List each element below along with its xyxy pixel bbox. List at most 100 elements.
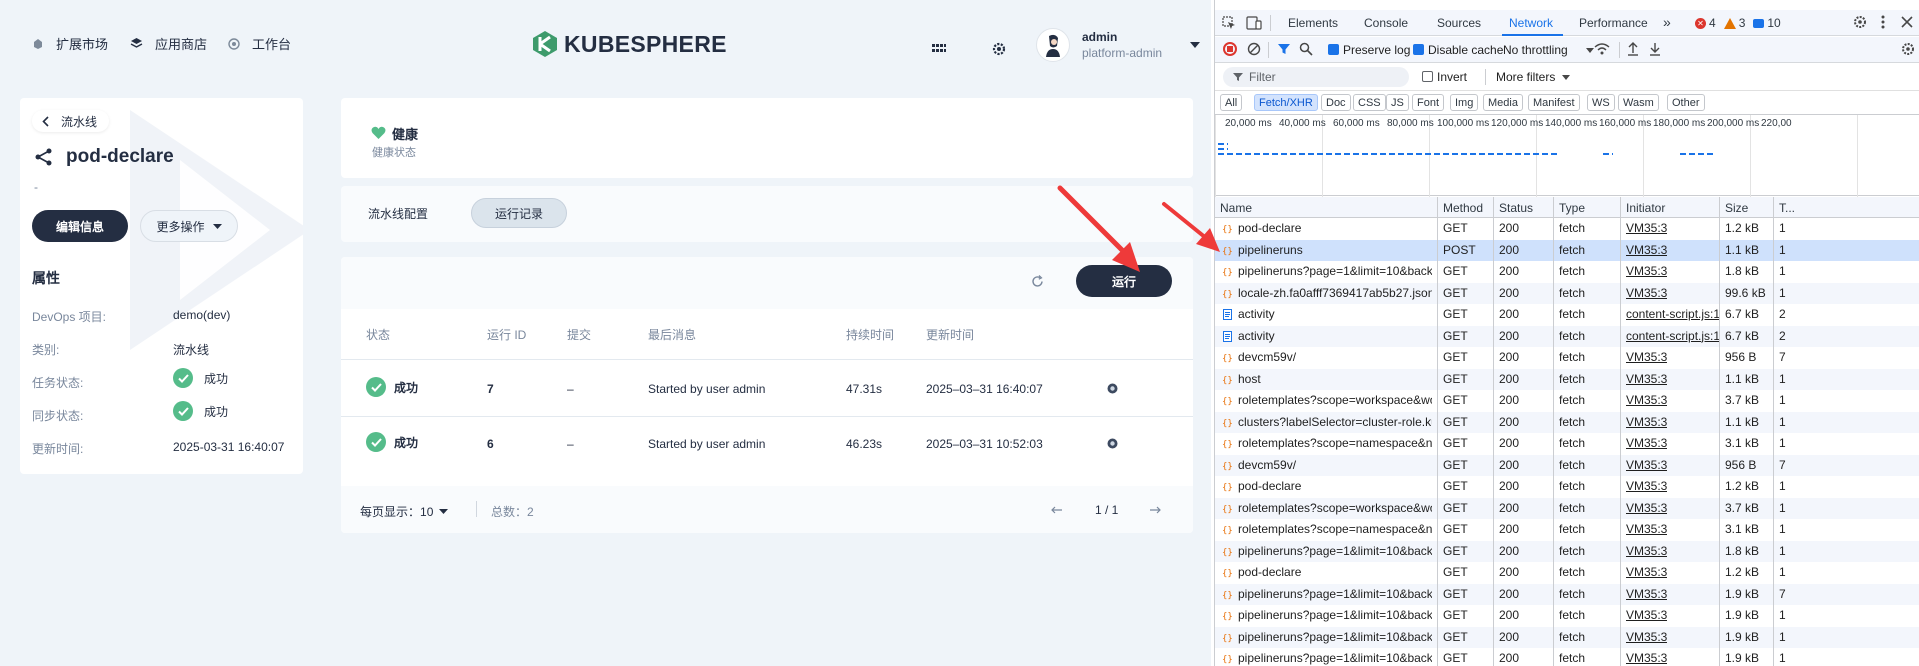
request-name[interactable]: pipelineruns?page=1&limit=10&backward... (1238, 264, 1432, 278)
filter-input[interactable]: Filter (1223, 67, 1409, 87)
request-name[interactable]: devcm59v/ (1238, 350, 1432, 364)
user-menu[interactable]: admin platform-admin (1036, 28, 1201, 62)
request-name[interactable]: pod-declare (1238, 221, 1432, 235)
filter-funnel-icon[interactable] (1277, 42, 1291, 56)
export-har-icon[interactable] (1649, 42, 1661, 56)
request-initiator[interactable]: VM35:3 (1626, 501, 1667, 515)
request-row[interactable]: {} roletemplates?scope=workspace&worksp..… (1215, 497, 1919, 519)
preserve-log-checkbox[interactable]: Preserve log (1328, 43, 1410, 57)
tab-pipeline-config[interactable]: 流水线配置 (363, 198, 433, 228)
request-initiator[interactable]: VM35:3 (1626, 544, 1667, 558)
request-initiator[interactable]: VM35:3 (1626, 436, 1667, 450)
request-row[interactable]: activity GET 200 fetch content-script.js:1 6.… (1215, 325, 1919, 347)
column-divider[interactable] (1553, 197, 1554, 666)
column-divider[interactable] (1773, 197, 1774, 666)
request-name[interactable]: clusters?labelSelector=cluster-role.kube… (1238, 415, 1432, 429)
request-initiator[interactable]: VM35:3 (1626, 221, 1667, 235)
devtools-tab-console[interactable]: Console (1364, 16, 1408, 30)
request-row[interactable]: {} pod-declare GET 200 fetch VM35:3 1.2 kB 1 (1215, 562, 1919, 583)
inspect-element-icon[interactable] (1222, 16, 1236, 30)
request-row[interactable]: {} pod-declare GET 200 fetch VM35:3 1.2 kB 1 (1215, 218, 1919, 239)
devtools-tab-elements[interactable]: Elements (1288, 16, 1338, 30)
kebab-menu-icon[interactable] (1881, 15, 1885, 29)
request-name[interactable]: devcm59v/ (1238, 458, 1432, 472)
back-button[interactable]: 流水线 (32, 110, 110, 132)
request-initiator[interactable]: content-script.js:1 (1626, 307, 1720, 321)
replay-icon[interactable] (1107, 383, 1118, 394)
request-name[interactable]: pipelineruns?page=1&limit=10&backward... (1238, 587, 1432, 601)
request-name[interactable]: pod-declare (1238, 479, 1432, 493)
column-divider[interactable] (1620, 197, 1621, 666)
request-initiator[interactable]: VM35:3 (1626, 350, 1667, 364)
request-name[interactable]: activity (1238, 307, 1432, 321)
request-row[interactable]: {} devcm59v/GET 200 fetch VM35:3 956 B 7 (1215, 454, 1919, 476)
col-status[interactable]: Status (1499, 201, 1533, 215)
type-ws[interactable]: WS (1587, 94, 1615, 111)
type-media[interactable]: Media (1483, 94, 1523, 111)
column-divider[interactable] (1437, 197, 1438, 666)
request-name[interactable]: pipelineruns?page=1&limit=10&backward... (1238, 544, 1432, 558)
request-name[interactable]: roletemplates?scope=namespace&name... (1238, 522, 1432, 536)
col-type[interactable]: Type (1559, 201, 1585, 215)
request-name[interactable]: pipelineruns?page=1&limit=10&backward... (1238, 608, 1432, 622)
issue-counters[interactable]: ✕ 4 3 10 (1695, 16, 1781, 30)
nav-app-store[interactable]: 应用商店 (130, 34, 207, 53)
type-wasm[interactable]: Wasm (1618, 94, 1659, 111)
type-manifest[interactable]: Manifest (1528, 94, 1580, 111)
request-row[interactable]: {} roletemplates?scope=workspace&worksp..… (1215, 390, 1919, 411)
row-run-id[interactable]: 6 (487, 437, 494, 451)
request-initiator[interactable]: VM35:3 (1626, 651, 1667, 665)
request-initiator[interactable]: VM35:3 (1626, 286, 1667, 300)
type-other[interactable]: Other (1667, 94, 1705, 111)
type-font[interactable]: Font (1412, 94, 1445, 111)
column-divider[interactable] (1719, 197, 1720, 666)
throttling-select[interactable]: No throttling (1503, 43, 1594, 57)
network-settings-icon[interactable] (1901, 42, 1915, 56)
nav-extensions[interactable]: 扩展市场 (32, 34, 108, 53)
row-run-id[interactable]: 7 (487, 382, 494, 396)
settings-gear-icon[interactable] (992, 42, 1006, 56)
disable-cache-checkbox[interactable]: Disable cache (1413, 43, 1503, 57)
devtools-tab-performance[interactable]: Performance (1579, 16, 1648, 30)
refresh-icon[interactable] (1031, 275, 1044, 288)
request-initiator[interactable]: VM35:3 (1626, 479, 1667, 493)
type-css[interactable]: CSS (1353, 94, 1386, 111)
request-row[interactable]: {} locale-zh.fa0afff7369417ab5b27.json GET… (1215, 282, 1919, 304)
request-row[interactable]: {} pipelineruns?page=1&limit=10&backward.… (1215, 540, 1919, 562)
search-icon[interactable] (1299, 42, 1313, 56)
more-filters-dropdown[interactable]: More filters (1496, 70, 1571, 84)
request-name[interactable]: pod-declare (1238, 565, 1432, 579)
col-size[interactable]: Size (1725, 201, 1748, 215)
request-name[interactable]: locale-zh.fa0afff7369417ab5b27.json (1238, 286, 1432, 300)
request-row[interactable]: {} roletemplates?scope=namespace&name... G… (1215, 519, 1919, 540)
request-row[interactable]: {} roletemplates?scope=namespace&name... G… (1215, 433, 1919, 454)
col-method[interactable]: Method (1443, 201, 1483, 215)
request-initiator[interactable]: VM35:3 (1626, 415, 1667, 429)
request-row[interactable]: {} pipelineruns?page=1&limit=10&backward.… (1215, 626, 1919, 648)
column-divider[interactable] (1493, 197, 1494, 666)
request-row[interactable]: activity GET 200 fetch content-script.js:1 6.… (1215, 304, 1919, 325)
more-actions-button[interactable]: 更多操作 (140, 210, 238, 242)
request-row[interactable]: {} pipelineruns?page=1&limit=10&backward.… (1215, 605, 1919, 626)
request-name[interactable]: roletemplates?scope=workspace&worksp... (1238, 501, 1432, 515)
replay-icon[interactable] (1107, 438, 1118, 449)
request-initiator[interactable]: VM35:3 (1626, 372, 1667, 386)
kubesphere-logo[interactable]: KUBESPHERE (532, 30, 727, 58)
request-name[interactable]: roletemplates?scope=workspace&worksp... (1238, 393, 1432, 407)
close-icon[interactable] (1901, 16, 1913, 28)
prev-page-icon[interactable] (1051, 506, 1063, 514)
request-initiator[interactable]: VM35:3 (1626, 243, 1667, 257)
request-row[interactable]: {} pipelineruns?page=1&limit=10&backward.… (1215, 648, 1919, 666)
type-fetch-xhr[interactable]: Fetch/XHR (1254, 94, 1318, 111)
request-name[interactable]: pipelineruns?page=1&limit=10&backward... (1238, 651, 1432, 665)
request-initiator[interactable]: VM35:3 (1626, 264, 1667, 278)
more-tabs-icon[interactable]: » (1663, 14, 1671, 30)
request-initiator[interactable]: VM35:3 (1626, 522, 1667, 536)
request-row[interactable]: {} clusters?labelSelector=cluster-role.ku… (1215, 411, 1919, 433)
request-initiator[interactable]: VM35:3 (1626, 393, 1667, 407)
device-toolbar-icon[interactable] (1246, 16, 1262, 30)
col-initiator[interactable]: Initiator (1626, 201, 1665, 215)
devtools-settings-icon[interactable] (1853, 15, 1867, 29)
record-stop-icon[interactable] (1223, 42, 1237, 56)
type-img[interactable]: Img (1450, 94, 1479, 111)
